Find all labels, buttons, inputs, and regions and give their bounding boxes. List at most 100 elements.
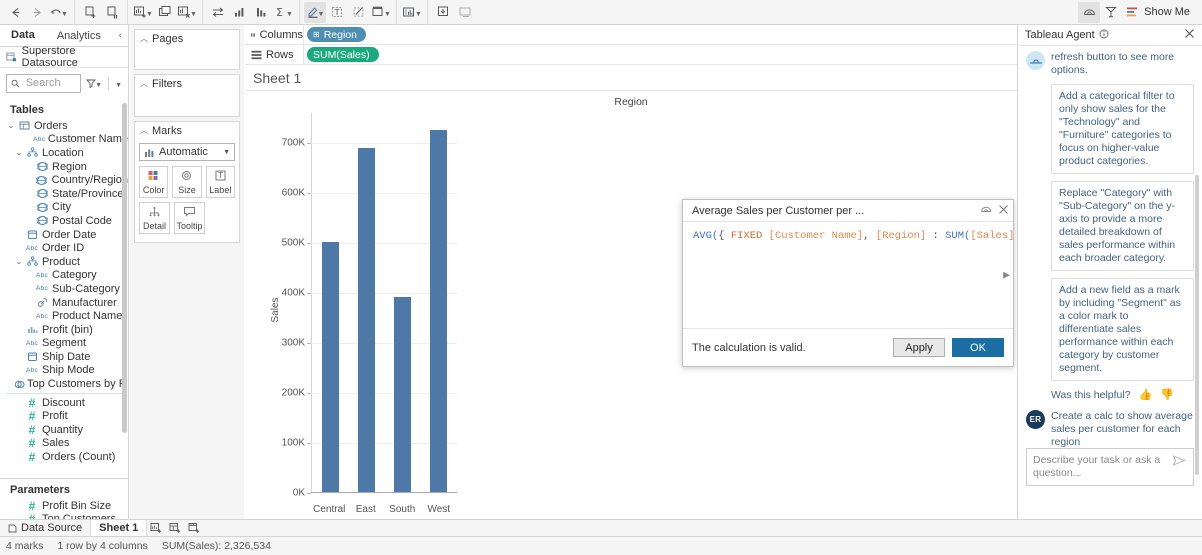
calc-formula-area[interactable]: AVG({ FIXED [Customer Name], [Region] : …	[683, 222, 1013, 328]
close-icon[interactable]	[1184, 28, 1195, 42]
duplicate-sheet-button[interactable]	[154, 2, 176, 23]
expand-functions-icon[interactable]: ▶	[1003, 270, 1010, 281]
field-item[interactable]: Manufacturer	[0, 296, 128, 310]
totals-button[interactable]: Σ ▼	[273, 2, 295, 23]
search-input[interactable]	[23, 76, 77, 90]
suggestion-3[interactable]: Add a new field as a mark by including "…	[1051, 278, 1194, 381]
tab-analytics[interactable]: Analytics	[45, 25, 112, 46]
show-me-toggle-icon[interactable]	[1100, 2, 1122, 23]
rows-drop-zone[interactable]: SUM(Sales)	[303, 44, 1017, 65]
suggestion-1[interactable]: Add a categorical filter to only show sa…	[1051, 84, 1194, 174]
data-pane-menu-button[interactable]: ▼	[115, 77, 122, 89]
send-icon[interactable]	[1170, 454, 1187, 480]
pages-drop-target[interactable]	[135, 47, 239, 69]
annotate-button[interactable]	[348, 2, 370, 23]
marks-color-button[interactable]: Color	[139, 166, 169, 198]
apply-button[interactable]: Apply	[893, 338, 945, 357]
marks-tooltip-button[interactable]: Tooltip	[174, 202, 205, 234]
new-story-tab-icon[interactable]	[185, 520, 204, 537]
fit-button[interactable]: ▼	[370, 2, 392, 23]
search-input-wrapper[interactable]	[6, 73, 82, 93]
field-item[interactable]: # Orders (Count)	[0, 450, 128, 464]
show-hide-cards-button[interactable]: ▼	[401, 2, 423, 23]
agent-input-wrapper[interactable]: Describe your task or ask a question...	[1026, 448, 1194, 486]
agent-scrollbar[interactable]	[1195, 175, 1199, 475]
field-item[interactable]: Abc Category	[0, 269, 128, 283]
clear-sheet-button[interactable]: ▼	[176, 2, 198, 23]
field-item[interactable]: Top Customers by P...	[0, 377, 128, 391]
columns-shelf[interactable]: Columns ⊞ Region	[245, 24, 1017, 45]
highlighter-button[interactable]: ▼	[304, 1, 326, 23]
tab-sheet-1[interactable]: Sheet 1	[91, 519, 148, 537]
forward-button[interactable]	[26, 2, 48, 23]
field-item[interactable]: # Profit	[0, 409, 128, 423]
calculation-editor-dialog[interactable]: Average Sales per Customer per ... AVG({…	[682, 199, 1014, 367]
marks-detail-button[interactable]: Detail	[139, 202, 170, 234]
data-pane-scrollbar[interactable]	[122, 103, 127, 433]
presentation-mode-button[interactable]	[432, 2, 454, 23]
field-item[interactable]: Country/Region	[0, 173, 128, 187]
pill-region[interactable]: ⊞ Region	[307, 27, 366, 42]
bar-cell[interactable]	[348, 113, 384, 492]
marks-label-button[interactable]: T Label	[205, 166, 235, 198]
field-item[interactable]: State/Province	[0, 187, 128, 201]
field-item[interactable]: Abc Segment	[0, 337, 128, 351]
parameter-item[interactable]: # Profit Bin Size	[0, 499, 128, 513]
search-filter-button[interactable]: ▼	[84, 77, 102, 89]
field-item[interactable]: Postal Code	[0, 214, 128, 228]
einstein-icon[interactable]	[1078, 1, 1101, 23]
new-worksheet-tab-icon[interactable]	[147, 520, 166, 537]
field-item[interactable]: Abc Order ID	[0, 241, 128, 255]
agent-conversation[interactable]: refresh button to see more options. Add …	[1018, 47, 1202, 458]
mark-type-dropdown[interactable]: Automatic ▼	[139, 143, 235, 161]
plot-area[interactable]: 0K 100K 200K 300K 400K 500K 600K 700K	[282, 113, 457, 499]
show-me-button[interactable]: Show Me	[1122, 6, 1198, 18]
bar-mark[interactable]	[357, 147, 375, 492]
bar-mark[interactable]	[430, 130, 448, 492]
suggestion-2[interactable]: Replace "Category" with "Sub-Category" o…	[1051, 181, 1194, 271]
thumbs-down-icon[interactable]: 👎	[1160, 388, 1174, 401]
fullscreen-button[interactable]	[454, 2, 476, 23]
new-dashboard-tab-icon[interactable]	[166, 520, 185, 537]
calc-formula-text[interactable]: AVG({ FIXED [Customer Name], [Region] : …	[693, 230, 1013, 242]
pill-sum-sales[interactable]: SUM(Sales)	[307, 47, 379, 62]
filters-card-header[interactable]: ︿ Filters	[135, 75, 239, 92]
field-item[interactable]: Abc Customer Name	[0, 133, 128, 147]
chevron-down-icon[interactable]: ⌄	[14, 257, 24, 266]
marks-card-header[interactable]: ︿ Marks	[135, 122, 239, 139]
marks-size-button[interactable]: Size	[172, 166, 202, 198]
chevron-down-icon[interactable]: ⌄	[6, 121, 16, 130]
pause-updates-button[interactable]	[101, 2, 123, 23]
save-button[interactable]	[79, 2, 101, 23]
einstein-icon[interactable]	[980, 203, 993, 218]
field-list[interactable]: Tables ⌄ Orders Abc Customer Name ⌄ Location R…	[0, 99, 128, 478]
bar-cell[interactable]	[421, 113, 457, 492]
field-item[interactable]: ⌄ Orders	[0, 119, 128, 133]
sort-descending-button[interactable]	[251, 2, 273, 23]
agent-input[interactable]: Describe your task or ask a question...	[1033, 454, 1170, 480]
info-icon[interactable]	[1099, 29, 1109, 42]
field-item[interactable]: Region	[0, 160, 128, 174]
field-item[interactable]: Order Date	[0, 228, 128, 242]
field-item[interactable]: Ship Date	[0, 350, 128, 364]
close-icon[interactable]	[998, 204, 1009, 218]
field-item[interactable]: ⌄ Location	[0, 146, 128, 160]
undo-redo-button[interactable]: ▼	[48, 2, 70, 23]
ok-button[interactable]: OK	[952, 338, 1004, 357]
field-item[interactable]: City	[0, 201, 128, 215]
pages-card-header[interactable]: ︿ Pages	[135, 30, 239, 47]
back-button[interactable]	[4, 2, 26, 23]
field-item[interactable]: # Sales	[0, 436, 128, 450]
chevron-down-icon[interactable]: ⌄	[14, 148, 24, 157]
collapse-pane-button[interactable]: ‹	[119, 25, 128, 46]
columns-drop-zone[interactable]: ⊞ Region	[303, 24, 1017, 45]
new-worksheet-button[interactable]: ▼	[132, 2, 154, 23]
bar-mark[interactable]	[394, 296, 412, 492]
show-labels-button[interactable]: T	[326, 2, 348, 23]
sort-ascending-button[interactable]	[229, 2, 251, 23]
tab-data[interactable]: Data	[0, 25, 46, 46]
field-item[interactable]: Abc Ship Mode	[0, 364, 128, 378]
thumbs-up-icon[interactable]: 👍	[1139, 388, 1153, 401]
field-item[interactable]: Abc Sub-Category	[0, 282, 128, 296]
rows-shelf[interactable]: Rows SUM(Sales)	[245, 44, 1017, 65]
